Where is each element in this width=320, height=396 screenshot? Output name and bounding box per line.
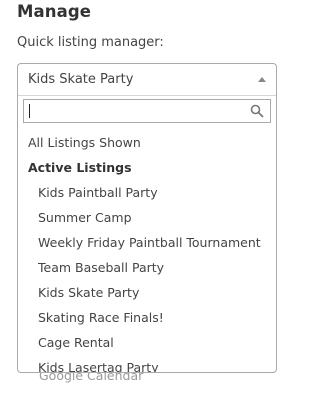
list-item[interactable]: Kids Skate Party — [18, 280, 276, 305]
group-active-listings: Active Listings — [28, 160, 132, 175]
quick-listing-label: Quick listing manager: — [17, 35, 164, 50]
list-item[interactable]: Cage Rental — [18, 330, 276, 355]
option-all-listings[interactable]: All Listings Shown — [18, 130, 276, 155]
list-item[interactable]: Kids Lasertag Party — [18, 355, 276, 372]
options-list[interactable]: All Listings Shown Active Listings Kids … — [18, 130, 276, 372]
list-item[interactable]: Skating Race Finals! — [18, 305, 276, 330]
dropdown-search[interactable] — [23, 99, 271, 123]
section-title: Manage — [17, 2, 92, 21]
list-item[interactable]: Team Baseball Party — [18, 255, 276, 280]
selected-listing: Kids Skate Party — [28, 72, 134, 87]
caret-up-icon[interactable] — [258, 77, 266, 82]
list-item[interactable]: Weekly Friday Paintball Tournament — [18, 230, 276, 255]
search-icon — [250, 104, 264, 118]
listing-dropdown[interactable]: Kids Skate Party All Listings Shown Acti… — [17, 63, 277, 373]
list-item[interactable]: Kids Paintball Party — [18, 180, 276, 205]
list-item[interactable]: Summer Camp — [18, 205, 276, 230]
dropdown-selected[interactable]: Kids Skate Party — [18, 64, 276, 96]
text-cursor — [29, 104, 30, 118]
search-input[interactable] — [24, 100, 246, 122]
